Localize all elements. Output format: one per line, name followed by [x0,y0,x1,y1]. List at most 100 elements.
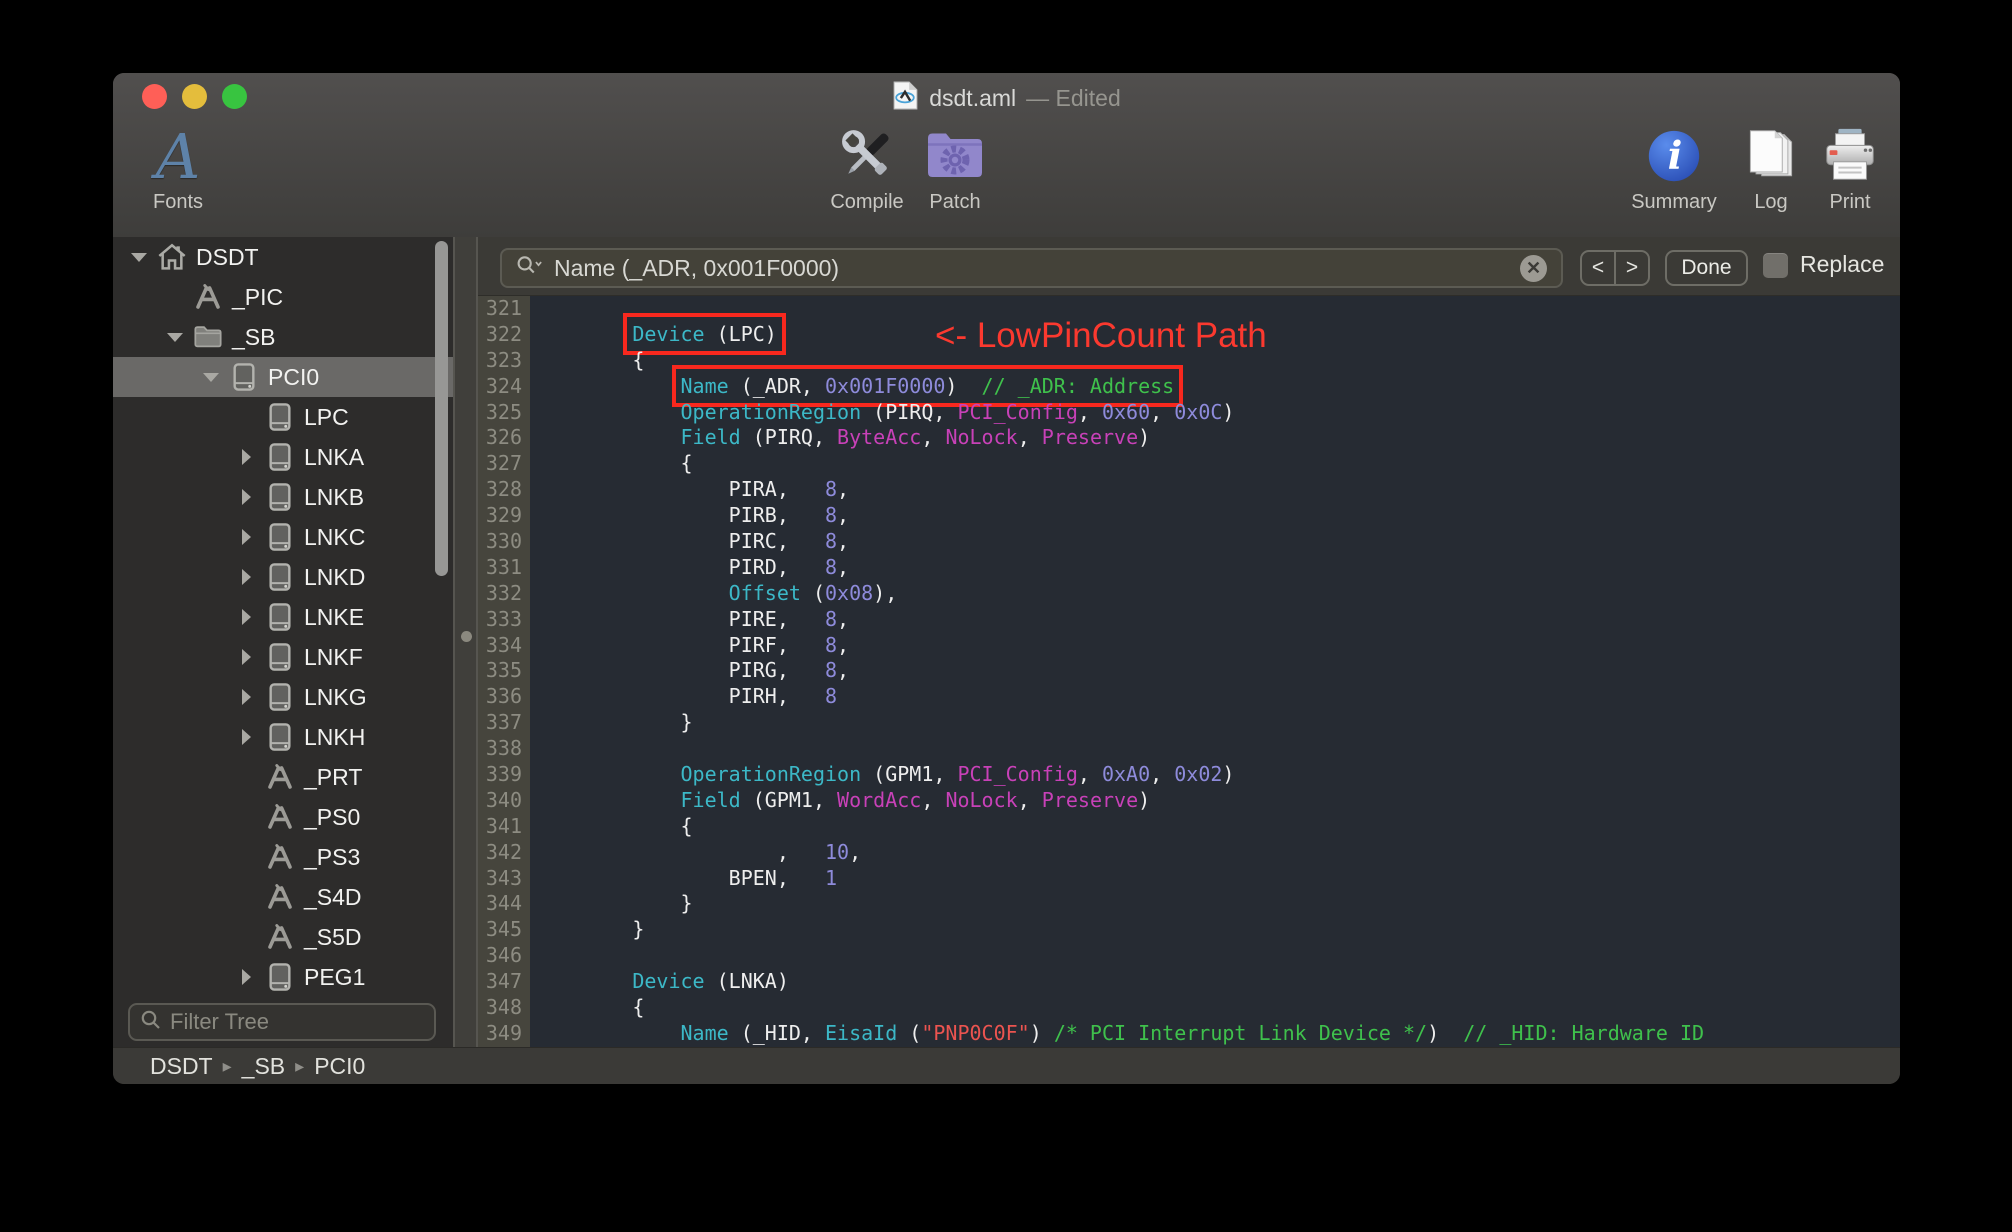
tree-item-lnke[interactable]: LNKE [113,597,453,637]
device-icon [264,681,296,713]
pane-splitter[interactable] [453,237,478,1047]
tree-item-lnkc[interactable]: LNKC [113,517,453,557]
tree-item-label: _PS3 [304,843,361,870]
filter-placeholder: Filter Tree [170,1009,270,1034]
code-line[interactable]: 338 [486,736,1900,762]
code-line[interactable]: 334 PIRF, 8, [486,632,1900,659]
find-prev-next: < > [1580,250,1650,286]
tree-item-_s4d[interactable]: _S4D [113,877,453,917]
code-editor[interactable]: 321 322 Device (LPC) <- LowPinCount Path 32… [478,296,1900,1047]
disclosure-triangle-icon[interactable] [236,729,260,745]
tree-item-lnkd[interactable]: LNKD [113,557,453,597]
tree-item-lnka[interactable]: LNKA [113,437,453,477]
replace-checkbox[interactable] [1763,253,1788,278]
done-button[interactable]: Done [1665,250,1748,286]
code-line-text: } [536,891,693,916]
annotation-red-box: Name (_ADR, 0x001F0000) // _ADR: Address [671,364,1184,407]
tree-item-_prt[interactable]: _PRT [113,757,453,797]
code-line[interactable]: 326 Field (PIRQ, ByteAcc, NoLock, Preser… [486,425,1900,451]
document-icon [892,80,919,116]
method-icon [264,921,296,953]
code-line[interactable]: 337 } [486,710,1900,736]
tree-item-lnkg[interactable]: LNKG [113,677,453,717]
tree-item-_sb[interactable]: _SB [113,317,453,357]
disclosure-triangle-icon[interactable] [236,609,260,625]
code-line[interactable]: 349 Name (_HID, EisaId ("PNP0C0F") /* PC… [486,1020,1900,1047]
breadcrumb-item[interactable]: _SB [242,1053,285,1080]
code-line[interactable]: 323 { [486,348,1900,374]
tree-item-_pic[interactable]: _PIC [113,277,453,317]
code-line[interactable]: 335 PIRG, 8, [486,658,1900,684]
disclosure-triangle-icon[interactable] [236,569,260,585]
code-line[interactable]: 333 PIRE, 8, [486,606,1900,633]
tree-item-peg1[interactable]: PEG1 [113,957,453,997]
disclosure-triangle-icon[interactable] [200,369,224,385]
disclosure-triangle-icon[interactable] [236,449,260,465]
code-line[interactable]: 332 Offset (0x08), [486,581,1900,607]
tree-item-lnkf[interactable]: LNKF [113,637,453,677]
fonts-button[interactable]: A Fonts [133,115,223,225]
code-line[interactable]: 329 PIRB, 8, [486,503,1900,529]
code-line-text: PIRE, 8, [536,606,850,631]
disclosure-triangle-icon[interactable] [236,529,260,545]
code-line-text: Device (LNKA) [632,969,789,994]
line-number: 337 [485,710,522,735]
code-line[interactable]: 336 PIRH, 8 [486,684,1900,710]
breadcrumb-item[interactable]: PCI0 [314,1053,365,1080]
tree-item-label: _PRT [304,763,363,790]
code-line[interactable]: 330 PIRC, 8, [486,529,1900,555]
code-line[interactable]: 340 Field (GPM1, WordAcc, NoLock, Preser… [486,788,1900,814]
tree-item-_s5d[interactable]: _S5D [113,917,453,957]
print-button[interactable]: Print [1805,115,1895,225]
find-previous-button[interactable]: < [1582,252,1616,284]
disclosure-triangle-icon[interactable] [236,489,260,505]
disclosure-triangle-icon[interactable] [236,689,260,705]
code-line[interactable]: 322 Device (LPC) <- LowPinCount Path [486,312,1900,355]
code-line[interactable]: 343 BPEN, 1 [486,866,1900,892]
code-line[interactable]: 345 } [486,917,1900,943]
code-line[interactable]: 342 , 10, [486,840,1900,866]
log-button[interactable]: Log [1731,115,1811,225]
tree-item-label: DSDT [196,243,259,270]
filter-tree-input[interactable]: Filter Tree [128,1003,436,1041]
code-line[interactable]: 325 OperationRegion (PIRQ, PCI_Config, 0… [486,400,1900,426]
disclosure-triangle-icon[interactable] [236,649,260,665]
disclosure-triangle-icon[interactable] [236,969,260,985]
sidebar-scrollbar[interactable] [435,241,448,576]
tree-item-dsdt[interactable]: DSDT [113,237,453,277]
code-line-text: PIRF, 8, [536,632,850,657]
method-icon [264,801,296,833]
code-line[interactable]: 347 Device (LNKA) [486,969,1900,995]
code-line[interactable]: 327 { [486,451,1900,477]
tree-item-_ps3[interactable]: _PS3 [113,837,453,877]
code-line[interactable]: 344 } [486,891,1900,917]
window-title: dsdt.aml [929,84,1017,111]
find-next-button[interactable]: > [1616,252,1648,284]
patch-folder-icon [923,115,987,187]
code-line[interactable]: 331 PIRD, 8, [486,555,1900,581]
disclosure-triangle-icon[interactable] [164,329,188,345]
tree-item-lpc[interactable]: LPC [113,397,453,437]
code-line[interactable]: 341 { [486,814,1900,840]
tree-item-_ps0[interactable]: _PS0 [113,797,453,837]
tree-item-lnkh[interactable]: LNKH [113,717,453,757]
code-line-text: { [536,995,645,1020]
tree-item-lnkb[interactable]: LNKB [113,477,453,517]
folder-icon [192,321,224,353]
search-icon [140,1009,162,1036]
code-line[interactable]: 346 [486,943,1900,969]
patch-button[interactable]: Patch [905,115,1005,225]
clear-search-icon[interactable]: ✕ [1520,254,1547,282]
code-line[interactable]: 339 OperationRegion (GPM1, PCI_Config, 0… [486,762,1900,788]
disclosure-triangle-icon[interactable] [128,249,152,265]
summary-button[interactable]: i Summary [1619,115,1729,225]
find-input[interactable]: Name (_ADR, 0x001F0000) ✕ [500,248,1563,288]
code-line-text: Name (_HID, EisaId ("PNP0C0F") /* PCI In… [680,1020,1705,1045]
code-line[interactable]: 328 PIRA, 8, [486,477,1900,503]
breadcrumb-item[interactable]: DSDT [150,1053,213,1080]
tree-item-pci0[interactable]: PCI0 [113,357,453,397]
tree-item-label: LNKA [304,443,365,470]
code-line[interactable]: 348 { [486,995,1900,1021]
line-number: 324 [485,373,522,398]
code-line[interactable]: 324 Name (_ADR, 0x001F0000) // _ADR: Add… [486,364,1900,407]
